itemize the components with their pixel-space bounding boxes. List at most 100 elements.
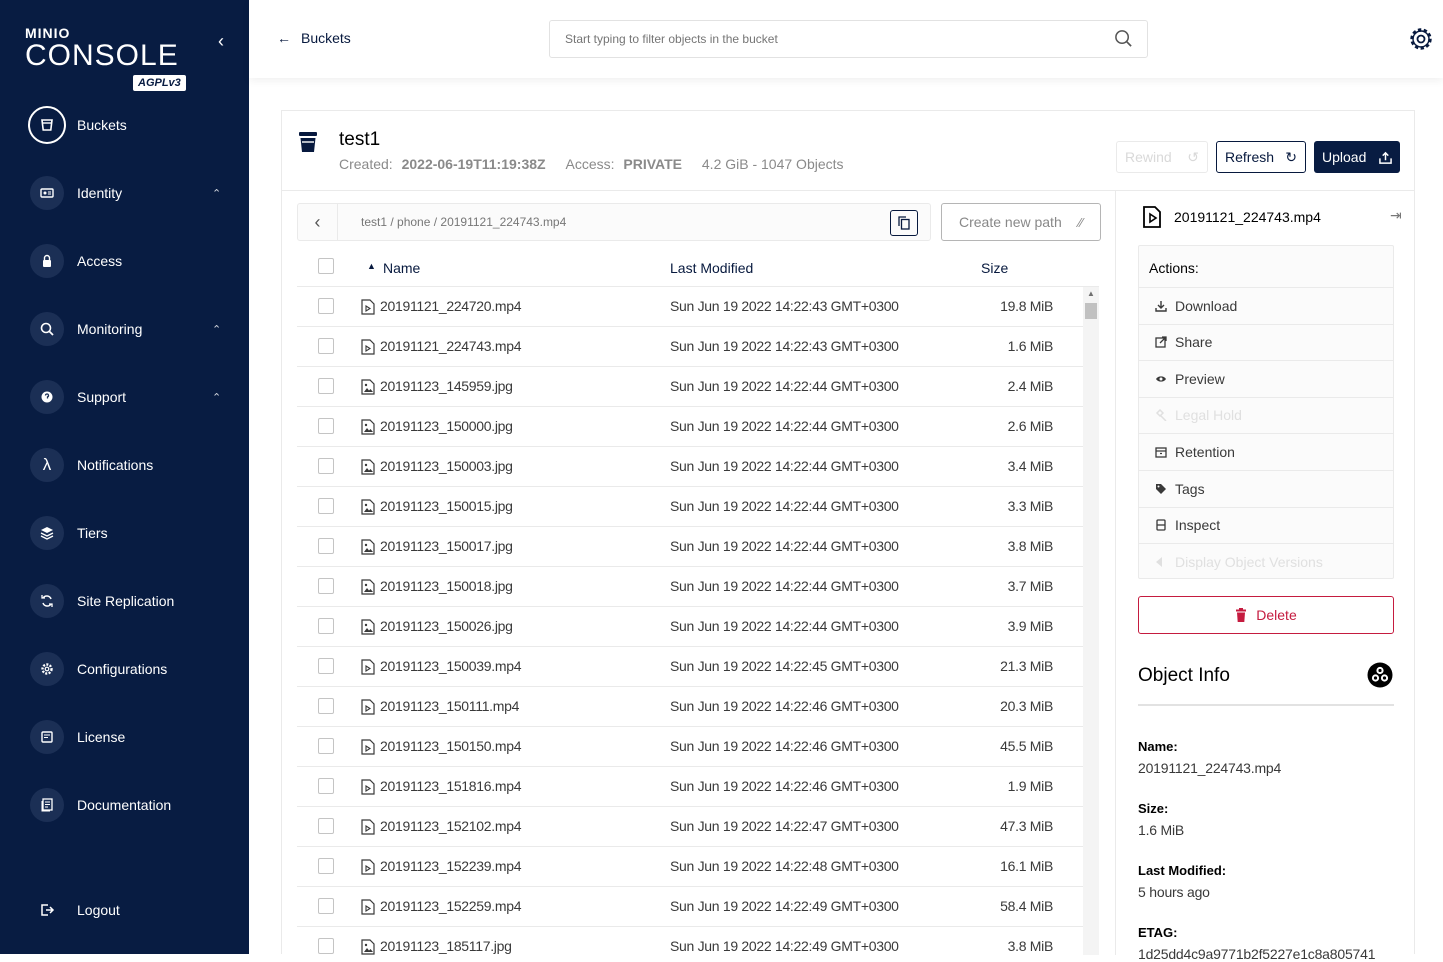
row-checkbox[interactable] <box>318 778 334 794</box>
search-input[interactable] <box>549 20 1148 58</box>
action-preview[interactable]: Preview <box>1139 360 1393 396</box>
image-file-icon <box>361 419 375 438</box>
row-checkbox[interactable] <box>318 858 334 874</box>
copy-icon <box>898 216 910 230</box>
rewind-button[interactable]: Rewind ↺ <box>1116 141 1208 173</box>
table-row[interactable]: 20191123_150015.jpg Sun Jun 19 2022 14:22… <box>297 487 1083 527</box>
image-file-icon <box>361 579 375 598</box>
sidebar-item-documentation[interactable]: Documentation <box>0 783 249 827</box>
row-checkbox[interactable] <box>318 578 334 594</box>
row-checkbox[interactable] <box>318 658 334 674</box>
object-name: 20191123_150150.mp4 <box>380 738 522 754</box>
create-new-path-button[interactable]: Create new path ⁄⁄ <box>941 203 1101 241</box>
action-inspect[interactable]: Inspect <box>1139 506 1393 543</box>
column-size[interactable]: Size <box>981 260 1008 276</box>
breadcrumb-path: test1 / phone / 20191121_224743.mp4 <box>361 215 567 229</box>
sidebar-item-access[interactable]: Access <box>0 239 249 283</box>
object-modified: Sun Jun 19 2022 14:22:44 GMT+0300 <box>670 618 899 634</box>
sidebar-item-license[interactable]: License <box>0 715 249 759</box>
action-label: Legal Hold <box>1175 407 1242 424</box>
row-checkbox[interactable] <box>318 938 334 954</box>
sidebar-item-support[interactable]: Support ⌃ <box>0 375 249 419</box>
bucket-meta: Created: 2022-06-19T11:19:38Z Access: PR… <box>339 156 844 172</box>
row-checkbox[interactable] <box>318 378 334 394</box>
row-checkbox[interactable] <box>318 738 334 754</box>
column-name[interactable]: Name <box>383 260 420 276</box>
table-row[interactable]: 20191123_150018.jpg Sun Jun 19 2022 14:22… <box>297 567 1083 607</box>
close-panel-icon[interactable]: ⇥ <box>1390 207 1402 224</box>
documentation-icon <box>30 788 64 822</box>
row-checkbox[interactable] <box>318 898 334 914</box>
upload-button[interactable]: Upload <box>1314 141 1400 173</box>
select-all-checkbox[interactable] <box>318 258 334 274</box>
action-share[interactable]: Share <box>1139 323 1393 360</box>
sidebar-item-monitoring[interactable]: Monitoring ⌃ <box>0 307 249 351</box>
row-checkbox[interactable] <box>318 618 334 634</box>
row-checkbox[interactable] <box>318 698 334 714</box>
table-row[interactable]: 20191123_150000.jpg Sun Jun 19 2022 14:22… <box>297 407 1083 447</box>
sidebar-item-label: Support <box>77 389 127 405</box>
object-info-title: Object Info <box>1138 665 1230 686</box>
sidebar-item-notifications[interactable]: λ Notifications <box>0 443 249 487</box>
selected-object-title: 20191121_224743.mp4 <box>1140 205 1321 229</box>
sort-asc-icon[interactable]: ▲ <box>367 261 376 271</box>
action-tags[interactable]: Tags <box>1139 470 1393 506</box>
table-row[interactable]: 20191121_224743.mp4 Sun Jun 19 2022 14:22… <box>297 327 1083 367</box>
table-scrollbar[interactable]: ▲ <box>1083 287 1099 955</box>
row-checkbox[interactable] <box>318 338 334 354</box>
sidebar-item-buckets[interactable]: Buckets <box>0 103 249 147</box>
share-icon <box>1155 336 1167 348</box>
sidebar-item-tiers[interactable]: Tiers <box>0 511 249 555</box>
table-row[interactable]: 20191123_150017.jpg Sun Jun 19 2022 14:22… <box>297 527 1083 567</box>
action-download[interactable]: Download <box>1139 287 1393 323</box>
scroll-up-icon[interactable]: ▲ <box>1087 289 1095 298</box>
delete-button[interactable]: Delete <box>1138 596 1394 634</box>
row-checkbox[interactable] <box>318 298 334 314</box>
table-row[interactable]: 20191123_152102.mp4 Sun Jun 19 2022 14:22… <box>297 807 1083 847</box>
object-name: 20191123_150000.jpg <box>380 418 513 434</box>
table-row[interactable]: 20191121_224720.mp4 Sun Jun 19 2022 14:22… <box>297 287 1083 327</box>
back-to-buckets-link[interactable]: ← Buckets <box>277 30 351 46</box>
settings-gear-icon[interactable] <box>1407 25 1435 53</box>
table-row[interactable]: 20191123_152259.mp4 Sun Jun 19 2022 14:22… <box>297 887 1083 927</box>
table-row[interactable]: 20191123_185117.jpg Sun Jun 19 2022 14:22… <box>297 927 1083 955</box>
scrollbar-thumb[interactable] <box>1085 303 1097 319</box>
collapse-sidebar-icon[interactable]: ‹ <box>218 32 224 50</box>
row-checkbox[interactable] <box>318 418 334 434</box>
table-row[interactable]: 20191123_152239.mp4 Sun Jun 19 2022 14:22… <box>297 847 1083 887</box>
sidebar-item-label: Tiers <box>77 525 108 541</box>
info-modified-label: Last Modified: <box>1138 863 1227 878</box>
license-icon <box>30 720 64 754</box>
sidebar-item-configurations[interactable]: Configurations <box>0 647 249 691</box>
video-file-icon <box>361 859 375 878</box>
table-row[interactable]: 20191123_150111.mp4 Sun Jun 19 2022 14:22… <box>297 687 1083 727</box>
object-name: 20191121_224720.mp4 <box>380 298 522 314</box>
table-row[interactable]: 20191123_150150.mp4 Sun Jun 19 2022 14:22… <box>297 727 1083 767</box>
info-etag-value: 1d25dd4c9a9771b2f5227e1c8a805741 <box>1138 946 1376 962</box>
copy-path-button[interactable] <box>890 210 918 236</box>
info-size-label: Size: <box>1138 801 1169 816</box>
object-name: 20191121_224743.mp4 <box>380 338 522 354</box>
column-last-modified[interactable]: Last Modified <box>670 260 753 276</box>
action-retention[interactable]: Retention <box>1139 433 1393 469</box>
sidebar-item-identity[interactable]: Identity ⌃ <box>0 171 249 215</box>
actions-title: Actions: <box>1149 260 1199 276</box>
refresh-button[interactable]: Refresh ↻ <box>1216 141 1306 173</box>
sidebar-item-site-replication[interactable]: Site Replication <box>0 579 249 623</box>
table-row[interactable]: 20191123_151816.mp4 Sun Jun 19 2022 14:22… <box>297 767 1083 807</box>
row-checkbox[interactable] <box>318 818 334 834</box>
table-row[interactable]: 20191123_150039.mp4 Sun Jun 19 2022 14:22… <box>297 647 1083 687</box>
row-checkbox[interactable] <box>318 458 334 474</box>
row-checkbox[interactable] <box>318 498 334 514</box>
row-checkbox[interactable] <box>318 538 334 554</box>
logout-button[interactable]: Logout <box>0 888 249 932</box>
path-back-button[interactable]: ‹ <box>298 204 338 240</box>
object-size: 3.9 MiB <box>1007 618 1054 634</box>
bucket-name: test1 <box>339 129 381 150</box>
table-row[interactable]: 20191123_145959.jpg Sun Jun 19 2022 14:22… <box>297 367 1083 407</box>
object-name: 20191123_152259.mp4 <box>380 898 522 914</box>
table-row[interactable]: 20191123_150026.jpg Sun Jun 19 2022 14:22… <box>297 607 1083 647</box>
table-row[interactable]: 20191123_150003.jpg Sun Jun 19 2022 14:22… <box>297 447 1083 487</box>
action-legal-hold: Legal Hold <box>1139 396 1393 433</box>
video-file-icon <box>361 899 375 918</box>
